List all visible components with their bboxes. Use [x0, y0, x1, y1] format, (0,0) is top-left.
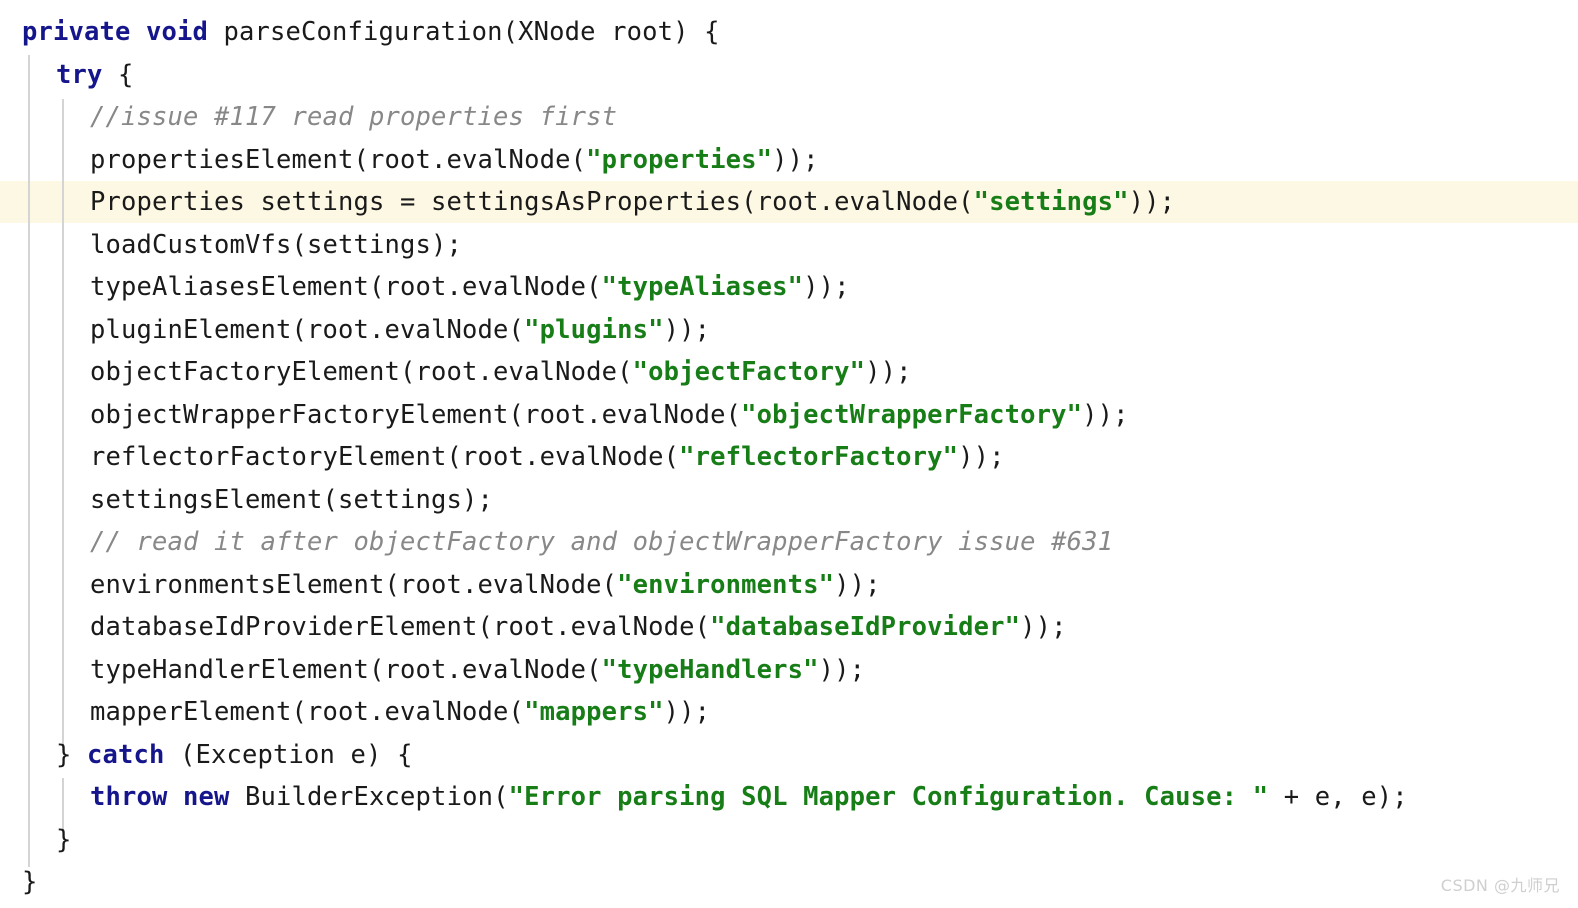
code-text: + e, e);: [1268, 782, 1408, 812]
code-line[interactable]: typeHandlerElement(root.evalNode("typeHa…: [0, 649, 1578, 692]
code-text: objectFactoryElement(root.evalNode(: [90, 357, 633, 387]
code-text: mapperElement(root.evalNode(: [90, 697, 525, 727]
code-text: pluginElement(root.evalNode(: [90, 314, 525, 345]
code-text: reflectorFactoryElement(root.evalNode(: [90, 442, 680, 472]
code-string: "environments": [617, 569, 835, 600]
code-text: settingsElement(settings);: [90, 484, 494, 515]
code-string: "properties": [586, 144, 773, 175]
code-text: ));: [1128, 187, 1176, 217]
code-text: propertiesElement(root.evalNode(: [90, 144, 587, 175]
code-text: ));: [1020, 612, 1067, 642]
code-text: ));: [663, 314, 711, 345]
code-text: databaseIdProviderElement(root.evalNode(: [90, 612, 711, 642]
code-text: }: [22, 867, 38, 897]
code-text: ));: [1082, 399, 1129, 430]
code-line[interactable]: private void parseConfiguration(XNode ro…: [0, 11, 1578, 54]
code-text: BuilderException(: [229, 782, 509, 812]
code-string: "plugins": [524, 314, 664, 345]
code-text: (Exception e) {: [164, 739, 413, 770]
code-text: }: [56, 739, 88, 770]
code-text: ));: [834, 569, 881, 600]
code-line[interactable]: pluginElement(root.evalNode("plugins"));: [0, 309, 1578, 352]
code-keyword: private void: [22, 17, 209, 47]
code-text: typeHandlerElement(root.evalNode(: [90, 654, 602, 685]
code-comment: // read it after objectFactory and objec…: [90, 527, 1114, 557]
code-line[interactable]: //issue #117 read properties first: [0, 96, 1578, 139]
code-text: ));: [818, 654, 866, 685]
csdn-watermark: CSDN @九师兄: [1440, 876, 1560, 895]
code-string: "databaseIdProvider": [710, 612, 1021, 642]
code-line-list: private void parseConfiguration(XNode ro…: [0, 0, 1578, 904]
code-line[interactable]: objectWrapperFactoryElement(root.evalNod…: [0, 394, 1578, 437]
code-string: "settings": [973, 187, 1129, 217]
code-text: environmentsElement(root.evalNode(: [90, 569, 618, 600]
code-string: "Error parsing SQL Mapper Configuration.…: [508, 782, 1269, 812]
code-string: "typeAliases": [601, 272, 804, 302]
code-line[interactable]: typeAliasesElement(root.evalNode("typeAl…: [0, 266, 1578, 309]
code-string: "typeHandlers": [601, 654, 819, 685]
code-line[interactable]: databaseIdProviderElement(root.evalNode(…: [0, 606, 1578, 649]
code-line[interactable]: reflectorFactoryElement(root.evalNode("r…: [0, 436, 1578, 479]
code-keyword: try: [56, 59, 103, 90]
code-text: ));: [865, 357, 912, 387]
code-text: loadCustomVfs(settings);: [90, 229, 463, 260]
code-text: ));: [663, 697, 711, 727]
code-line[interactable]: }: [0, 861, 1578, 904]
code-line[interactable]: propertiesElement(root.evalNode("propert…: [0, 139, 1578, 182]
code-string: "objectWrapperFactory": [741, 399, 1083, 430]
code-line[interactable]: } catch (Exception e) {: [0, 734, 1578, 777]
code-line[interactable]: mapperElement(root.evalNode("mappers"));: [0, 691, 1578, 734]
code-text: ));: [958, 442, 1005, 472]
code-text: typeAliasesElement(root.evalNode(: [90, 272, 602, 302]
code-line[interactable]: settingsElement(settings);: [0, 479, 1578, 522]
code-text: {: [102, 59, 134, 90]
code-line[interactable]: }: [0, 819, 1578, 862]
code-text: objectWrapperFactoryElement(root.evalNod…: [90, 399, 742, 430]
code-line[interactable]: try {: [0, 54, 1578, 97]
code-string: "mappers": [524, 697, 664, 727]
code-line[interactable]: loadCustomVfs(settings);: [0, 224, 1578, 267]
code-text: Properties settings = settingsAsProperti…: [90, 187, 974, 217]
code-text: ));: [772, 144, 819, 175]
code-keyword: throw new: [90, 782, 230, 812]
code-keyword: catch: [87, 739, 165, 770]
code-viewer[interactable]: private void parseConfiguration(XNode ro…: [0, 0, 1578, 908]
code-text: }: [56, 824, 72, 855]
code-line[interactable]: objectFactoryElement(root.evalNode("obje…: [0, 351, 1578, 394]
code-line[interactable]: Properties settings = settingsAsProperti…: [0, 181, 1578, 224]
code-string: "reflectorFactory": [679, 442, 959, 472]
code-comment: //issue #117 read properties first: [90, 102, 618, 132]
code-text: ));: [803, 272, 850, 302]
code-line[interactable]: // read it after objectFactory and objec…: [0, 521, 1578, 564]
code-string: "objectFactory": [632, 357, 866, 387]
code-line[interactable]: environmentsElement(root.evalNode("envir…: [0, 564, 1578, 607]
code-text: parseConfiguration(XNode root) {: [208, 17, 720, 47]
code-line[interactable]: throw new BuilderException("Error parsin…: [0, 776, 1578, 819]
